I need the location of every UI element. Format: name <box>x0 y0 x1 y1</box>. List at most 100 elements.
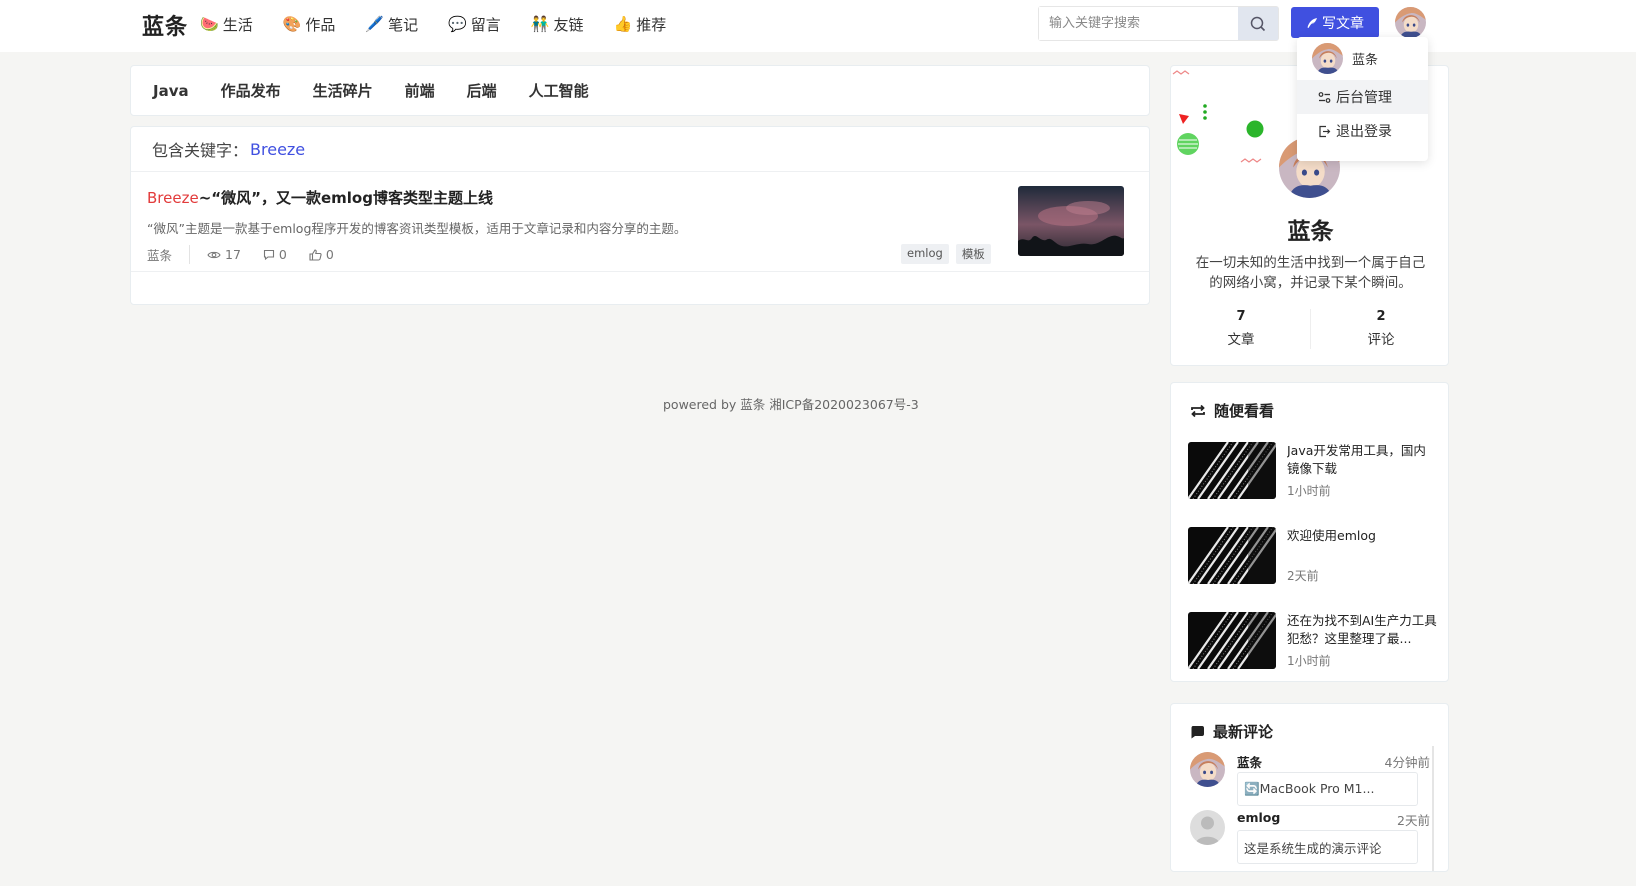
tag[interactable]: emlog <box>901 244 949 264</box>
random-post-thumbnail <box>1188 612 1276 669</box>
views-count: 17 <box>225 247 241 262</box>
comment-time: 4分钟前 <box>1384 755 1430 770</box>
nav-item-life[interactable]: 🍉 生活 <box>200 13 253 35</box>
comment-time: 2天前 <box>1397 813 1430 828</box>
category-bar: Java 作品发布 生活碎片 前端 后端 人工智能 <box>130 65 1150 116</box>
nav-item-works[interactable]: 🎨 作品 <box>283 13 336 35</box>
random-post-time: 2天前 <box>1287 569 1319 583</box>
nav-item-guestbook[interactable]: 💬 留言 <box>448 13 501 35</box>
search-icon <box>1250 16 1266 31</box>
thumbs-up-icon: 👍 <box>613 15 633 33</box>
main-nav: 🍉 生活 🎨 作品 🖊️ 笔记 💬 留言 👬 友链 👍 推荐 <box>200 13 696 35</box>
post-excerpt: “微风”主题是一款基于emlog程序开发的博客资讯类型模板，适用于文章记录和内容… <box>147 221 687 236</box>
commenter-avatar <box>1190 810 1225 845</box>
profile-description: 在一切未知的生活中找到一个属于自己的网络小窝，并记录下某个瞬间。 <box>1195 255 1426 291</box>
dropdown-user[interactable]: 蓝条 <box>1312 43 1378 74</box>
write-post-button[interactable]: 写文章 <box>1291 7 1379 38</box>
chat-bubble-icon <box>1191 725 1204 738</box>
comment-text: 🔄MacBook Pro M1... <box>1237 772 1418 806</box>
commenter-name: 蓝条 <box>1237 755 1263 770</box>
nav-item-notes[interactable]: 🖊️ 笔记 <box>365 13 418 35</box>
post-title[interactable]: Breeze~“微风”，又一款emlog博客类型主题上线 <box>147 187 493 208</box>
posts-label: 文章 <box>1227 332 1255 348</box>
random-posts-widget: 随便看看 Java开发常用工具，国内镜像下载 1小时前 欢迎使用emlog 2天… <box>1170 382 1449 682</box>
widget-title-text: 随便看看 <box>1214 402 1275 420</box>
like-icon <box>309 248 322 261</box>
menu-item-admin[interactable]: 后台管理 <box>1297 80 1428 114</box>
stat-divider <box>1310 309 1311 349</box>
category-backend[interactable]: 后端 <box>467 80 497 101</box>
commenter-name: emlog <box>1237 810 1281 825</box>
results-header: 包含关键字： Breeze <box>131 127 1149 172</box>
nav-item-label: 友链 <box>553 15 584 34</box>
category-works[interactable]: 作品发布 <box>221 80 281 101</box>
random-post-item[interactable]: 欢迎使用emlog 2天前 <box>1188 527 1438 587</box>
user-dropdown-menu: 蓝条 后台管理 退出登录 <box>1297 37 1428 161</box>
random-post-thumbnail <box>1188 442 1276 499</box>
category-java[interactable]: Java <box>153 82 189 100</box>
comments-label: 评论 <box>1367 332 1395 348</box>
results-keyword: Breeze <box>250 139 306 159</box>
nav-item-links[interactable]: 👬 友链 <box>531 13 584 35</box>
latest-comments-widget: 最新评论 蓝条 4分钟前 🔄MacBook Pro M1... emlog 2天… <box>1170 703 1449 872</box>
comment-icon <box>263 249 274 260</box>
avatar-image <box>1395 7 1426 38</box>
post-views: 17 <box>207 247 241 262</box>
logout-icon <box>1319 125 1331 137</box>
scrollbar[interactable] <box>1432 746 1434 871</box>
post-meta: 蓝条 17 0 0 <box>147 245 356 264</box>
post-likes[interactable]: 0 <box>309 247 334 262</box>
comments-count: 0 <box>278 247 287 262</box>
friends-icon: 👬 <box>530 15 550 33</box>
menu-item-logout[interactable]: 退出登录 <box>1297 114 1428 148</box>
random-post-title: 欢迎使用emlog <box>1287 528 1376 543</box>
random-post-title: Java开发常用工具，国内镜像下载 <box>1287 443 1426 476</box>
category-ai[interactable]: 人工智能 <box>529 80 589 101</box>
post-title-highlight: Breeze <box>147 189 199 207</box>
likes-count: 0 <box>325 247 334 262</box>
site-logo[interactable]: 蓝条 <box>142 9 188 41</box>
nav-item-label: 作品 <box>305 15 336 34</box>
stat-posts[interactable]: 7 文章 <box>1191 309 1291 348</box>
dropdown-username: 蓝条 <box>1352 53 1379 68</box>
commenter-avatar <box>1190 752 1225 787</box>
shuffle-icon <box>1191 404 1205 417</box>
random-post-time: 1小时前 <box>1287 484 1331 498</box>
nav-item-label: 生活 <box>222 15 253 34</box>
comments-count: 2 <box>1376 309 1386 324</box>
search-input[interactable] <box>1039 7 1238 40</box>
post-comments: 0 <box>263 247 287 262</box>
menu-item-label: 后台管理 <box>1336 90 1392 106</box>
random-post-item[interactable]: Java开发常用工具，国内镜像下载 1小时前 <box>1188 442 1438 502</box>
random-post-thumbnail <box>1188 527 1276 584</box>
post-tags: emlog 模板 <box>901 244 998 264</box>
pen-icon: 🖊️ <box>365 15 385 33</box>
search-button[interactable] <box>1238 7 1278 40</box>
category-frontend[interactable]: 前端 <box>405 80 435 101</box>
widget-title: 最新评论 <box>1190 721 1273 742</box>
menu-item-label: 退出登录 <box>1336 124 1392 140</box>
results-label: 包含关键字： <box>152 141 249 160</box>
user-avatar[interactable] <box>1395 7 1426 38</box>
comment-text: 这是系统生成的演示评论 <box>1237 830 1418 864</box>
sunset-image <box>1018 186 1124 256</box>
write-post-label: 写文章 <box>1322 15 1364 32</box>
post-item: Breeze~“微风”，又一款emlog博客类型主题上线 “微风”主题是一款基于… <box>131 172 1149 272</box>
widget-title: 随便看看 <box>1190 400 1274 421</box>
post-thumbnail[interactable] <box>1018 186 1124 256</box>
watermelon-icon: 🍉 <box>200 15 219 33</box>
category-life[interactable]: 生活碎片 <box>313 80 373 101</box>
nav-item-label: 推荐 <box>636 15 667 34</box>
site-footer: powered by 蓝条 湘ICP备2020023067号-3 <box>663 397 919 412</box>
palette-icon: 🎨 <box>282 15 302 33</box>
random-post-item[interactable]: 还在为找不到AI生产力工具犯愁？这里整理了最... 1小时前 <box>1188 612 1438 672</box>
tag[interactable]: 模板 <box>955 244 991 264</box>
post-author[interactable]: 蓝条 <box>147 245 191 264</box>
random-post-time: 1小时前 <box>1287 654 1331 668</box>
avatar <box>1312 43 1343 74</box>
nav-item-label: 留言 <box>470 15 501 34</box>
posts-count: 7 <box>1236 309 1246 324</box>
nav-item-recommend[interactable]: 👍 推荐 <box>614 13 667 35</box>
widget-title-text: 最新评论 <box>1213 723 1274 741</box>
stat-comments[interactable]: 2 评论 <box>1331 309 1431 348</box>
